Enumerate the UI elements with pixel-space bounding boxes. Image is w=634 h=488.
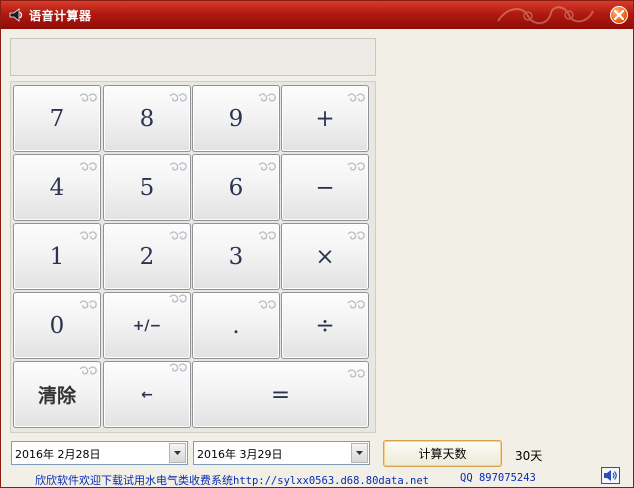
calculate-days-label: 计算天数	[418, 447, 467, 461]
key-label: 清除	[37, 385, 76, 407]
key-label: 3	[228, 243, 244, 270]
swirl-ornament-icon	[257, 225, 277, 251]
key-1[interactable]: 1	[13, 223, 101, 290]
swirl-ornament-icon	[78, 363, 98, 385]
calculate-days-button[interactable]: 计算天数	[383, 440, 502, 467]
title-bar[interactable]: 语音计算器	[1, 1, 633, 29]
app-window: 语音计算器 7 8 9 + 4 5 6 − 1 2 3 × 0 +/− . ÷ …	[0, 0, 634, 488]
key-label: ÷	[315, 312, 335, 339]
keypad: 7 8 9 + 4 5 6 − 1 2 3 × 0 +/− . ÷ 清除 ← =	[10, 81, 376, 433]
swirl-ornament-icon	[78, 225, 98, 251]
promo-url: http://sylxx0563.d68.80data.net	[233, 475, 429, 487]
key-6[interactable]: 6	[192, 154, 280, 221]
swirl-ornament-icon	[168, 294, 188, 312]
chevron-down-icon	[356, 451, 363, 455]
end-date-picker[interactable]: 2016年 3月29日	[193, 441, 370, 465]
swirl-ornament-icon	[78, 294, 98, 320]
swirl-ornament-icon	[346, 156, 366, 182]
swirl-ornament-icon	[257, 156, 277, 182]
key-4[interactable]: 4	[13, 154, 101, 221]
key-label: 8	[139, 105, 155, 132]
speaker-icon	[604, 470, 617, 481]
key-5[interactable]: 5	[103, 154, 191, 221]
key-3[interactable]: 3	[192, 223, 280, 290]
swirl-ornament-icon	[78, 87, 98, 113]
key-label: −	[315, 174, 335, 201]
voice-toggle-button[interactable]	[601, 467, 620, 484]
end-date-dropdown-button[interactable]	[351, 443, 368, 463]
swirl-ornament-icon	[168, 87, 188, 113]
key-label: +/−	[132, 317, 162, 334]
equals-button[interactable]: =	[192, 361, 369, 428]
close-icon	[614, 10, 624, 20]
swirl-ornament-icon	[346, 363, 366, 389]
swirl-ornament-icon	[78, 156, 98, 182]
calculator-display	[10, 38, 376, 76]
swirl-ornament-icon	[346, 87, 366, 113]
key-label: 4	[49, 174, 65, 201]
key-negate[interactable]: +/−	[103, 292, 191, 359]
key-decimal[interactable]: .	[192, 292, 280, 359]
key-label: 0	[49, 312, 65, 339]
key-multiply[interactable]: ×	[281, 223, 369, 290]
clear-button[interactable]: 清除	[13, 361, 101, 428]
key-9[interactable]: 9	[192, 85, 280, 152]
start-date-value: 2016年 2月28日	[15, 448, 101, 461]
key-label: ←	[141, 386, 153, 403]
swirl-ornament-icon	[257, 294, 277, 320]
promo-text: 欣欣软件欢迎下载试用水电气类收费系统	[35, 474, 233, 487]
key-0[interactable]: 0	[13, 292, 101, 359]
swirl-ornament-icon	[168, 225, 188, 251]
key-8[interactable]: 8	[103, 85, 191, 152]
title-ornament	[497, 6, 594, 25]
key-label: 7	[49, 105, 65, 132]
start-date-dropdown-button[interactable]	[169, 443, 186, 463]
close-button[interactable]	[610, 6, 628, 24]
backspace-button[interactable]: ←	[103, 361, 191, 428]
key-plus[interactable]: +	[281, 85, 369, 152]
swirl-ornament-icon	[257, 87, 277, 113]
days-result: 30天	[515, 449, 543, 463]
key-label: 1	[49, 243, 65, 270]
key-divide[interactable]: ÷	[281, 292, 369, 359]
key-label: 6	[228, 174, 244, 201]
swirl-ornament-icon	[168, 363, 188, 381]
key-label: ×	[315, 243, 335, 270]
swirl-ornament-icon	[346, 225, 366, 251]
key-label: 9	[228, 105, 244, 132]
key-label: 5	[139, 174, 155, 201]
end-date-value: 2016年 3月29日	[197, 448, 283, 461]
key-label: +	[315, 105, 335, 132]
key-label: =	[270, 381, 291, 408]
key-minus[interactable]: −	[281, 154, 369, 221]
key-2[interactable]: 2	[103, 223, 191, 290]
swirl-ornament-icon	[346, 294, 366, 320]
speaker-app-icon	[9, 8, 23, 22]
key-label: .	[232, 312, 240, 339]
chevron-down-icon	[174, 451, 181, 455]
key-7[interactable]: 7	[13, 85, 101, 152]
start-date-picker[interactable]: 2016年 2月28日	[11, 441, 188, 465]
key-label: 2	[139, 243, 155, 270]
qq-contact: QQ 897075243	[460, 472, 536, 484]
window-title: 语音计算器	[29, 9, 92, 23]
swirl-ornament-icon	[168, 156, 188, 182]
promo-link[interactable]: 欣欣软件欢迎下载试用水电气类收费系统http://sylxx0563.d68.8…	[35, 472, 429, 488]
